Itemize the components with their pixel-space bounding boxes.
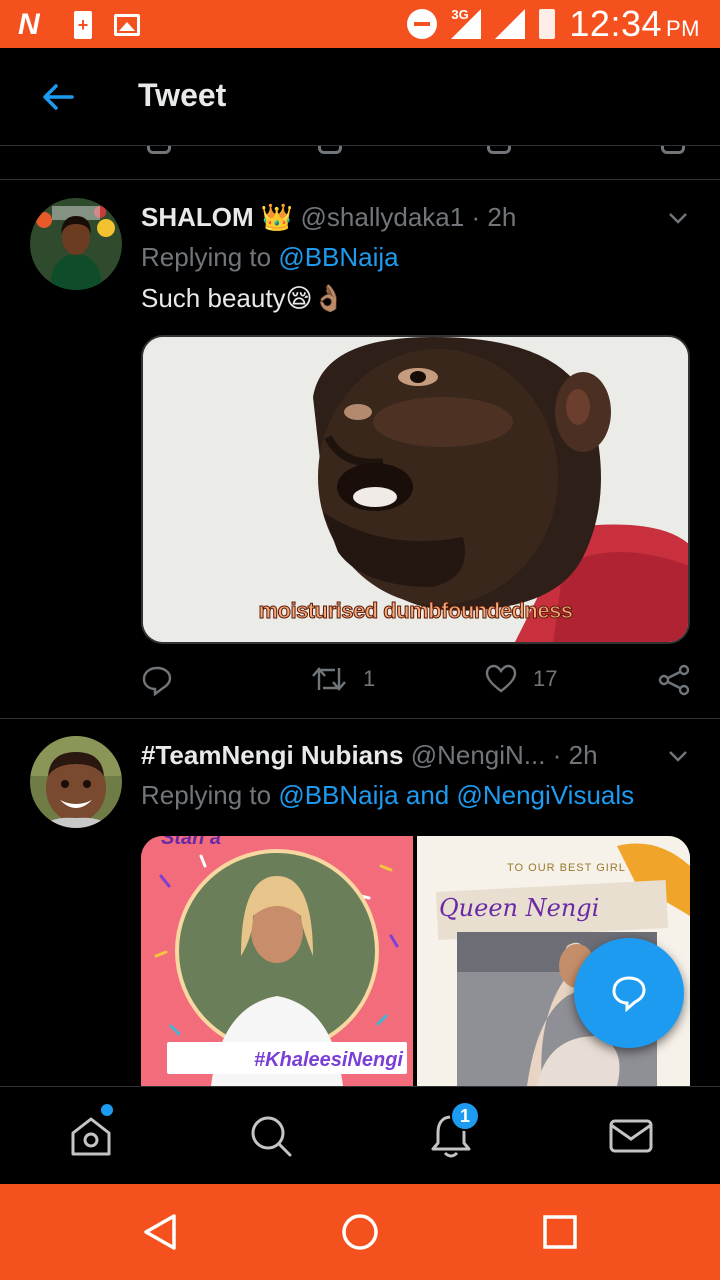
mail-icon[interactable] [608,1113,654,1159]
author-handle[interactable]: @shallydaka1 [301,202,465,232]
author-handle[interactable]: @NengiN... [411,740,546,770]
author-name[interactable]: #TeamNengi Nubians [141,740,403,770]
avatar[interactable] [30,736,122,828]
retweet-icon [312,667,346,691]
reply-mention-link[interactable]: @BBNaija and @NengiVisuals [278,780,634,810]
bottom-navigation: 1 [0,1086,720,1184]
avatar[interactable] [30,198,122,290]
crown-emoji: 👑 [260,202,294,232]
chevron-down-icon[interactable] [668,746,688,766]
system-navigation-bar [0,1184,720,1280]
chevron-down-icon[interactable] [668,208,688,228]
speech-bubble-icon [612,976,646,1013]
home-icon[interactable] [68,1113,114,1159]
reply-icon [142,666,172,696]
battery-icon [539,9,556,39]
tweet-1-media[interactable]: moisturised dumbfoundedness [141,335,690,644]
timestamp: 2h [568,740,598,770]
back-triangle-icon[interactable] [140,1212,180,1252]
home-new-dot [101,1104,113,1116]
compose-reply-button[interactable] [574,938,684,1048]
home-circle-icon[interactable] [340,1212,380,1252]
recents-square-icon[interactable] [540,1212,580,1252]
like-count: 17 [533,666,558,691]
media-top-text: TO OUR BEST GIRL [507,862,626,874]
battery-saver-icon [74,11,92,39]
notifications-badge: 1 [450,1101,480,1131]
share-button[interactable] [657,664,691,696]
app-notification-icon: N [18,8,40,41]
svg-text:Stan a: Stan a [161,836,221,849]
top-app-bar: Tweet [0,48,720,146]
replying-label: Replying to [141,242,272,272]
reply-mention-link[interactable]: @BBNaija [278,242,398,272]
tweet-text: Such beauty😪👌🏽 [141,283,346,313]
media-image-1[interactable]: Stan a #KhaleesiNengi [141,836,413,1086]
signal-3g-icon: 3G [451,7,482,39]
signal-icon [495,9,526,39]
previous-tweet-actions-partial [0,146,720,180]
do-not-disturb-icon [407,9,438,39]
heart-icon [485,664,517,693]
like-button[interactable]: 17 [485,664,557,694]
search-icon[interactable] [248,1113,294,1159]
retweet-button[interactable]: 1 [311,664,375,694]
replying-label: Replying to [141,780,272,810]
status-bar: N 3G 12:34PM [0,0,720,48]
author-name[interactable]: SHALOM [141,202,254,232]
media-caption: moisturised dumbfoundedness [258,598,574,624]
timestamp: 2h [487,202,517,232]
share-icon [658,664,690,696]
retweet-count: 1 [363,666,376,691]
media-hashtag: #KhaleesiNengi [254,1049,403,1071]
reply-button[interactable] [141,664,173,696]
page-title: Tweet [138,77,227,113]
back-arrow-icon[interactable] [40,79,76,115]
clock: 12:34 PM [569,3,700,44]
image-notification-icon [114,14,140,36]
media-title: Queen Nengi [439,894,600,922]
